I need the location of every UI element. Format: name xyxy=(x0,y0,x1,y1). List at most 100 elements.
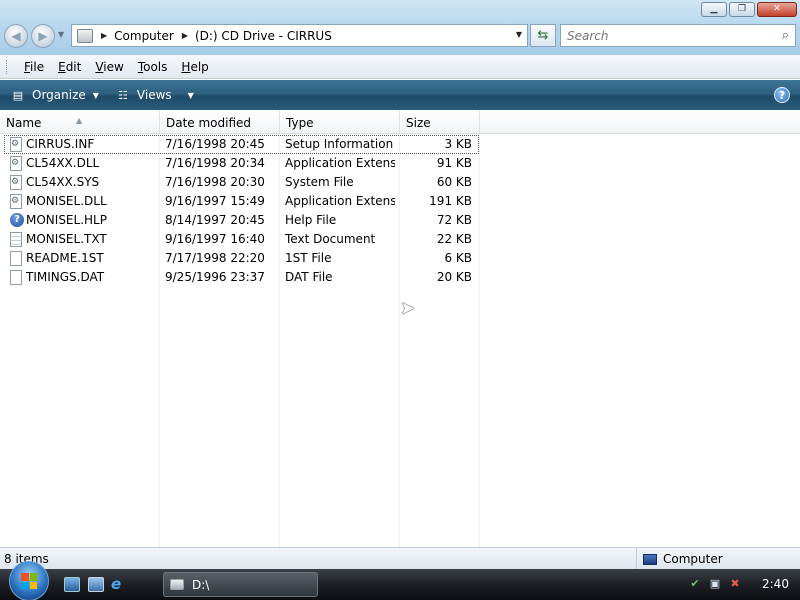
address-bar-area: ▁ ❐ ✕ ◀ ▶ ▼ ▶ Computer ▶ (D:) CD Drive -… xyxy=(0,0,800,55)
menu-view[interactable]: View xyxy=(88,60,130,74)
search-icon[interactable]: ⌕ xyxy=(782,28,789,43)
system-file-icon xyxy=(10,175,22,190)
maximize-button[interactable]: ❐ xyxy=(729,2,755,17)
settings-file-icon xyxy=(10,137,22,152)
column-header-type-label: Type xyxy=(286,116,314,130)
organize-button[interactable]: ▤ Organize ▼ xyxy=(4,83,105,107)
organize-icon: ▤ xyxy=(12,88,24,102)
clock[interactable]: 2:40 xyxy=(762,577,789,591)
file-type: Application Extens... xyxy=(285,194,395,208)
file-type: Setup Information xyxy=(285,137,394,151)
network-icon[interactable]: ▣ xyxy=(708,577,722,591)
file-date: 7/16/1998 20:45 xyxy=(165,137,265,151)
column-header-date[interactable]: Date modified xyxy=(160,110,280,134)
chevron-down-icon: ▼ xyxy=(92,90,99,100)
file-list[interactable]: Name ▲ Date modified Type Size CIRRUS.IN… xyxy=(0,110,800,547)
file-type: Help File xyxy=(285,213,337,227)
file-date: 7/16/1998 20:30 xyxy=(165,175,265,189)
file-date: 7/17/1998 22:20 xyxy=(165,251,265,265)
status-location-label: Computer xyxy=(663,552,723,566)
taskbar-button-explorer[interactable]: D:\ xyxy=(163,572,318,597)
file-name: CIRRUS.INF xyxy=(26,137,95,151)
status-location: Computer xyxy=(636,548,723,570)
internet-explorer-icon[interactable]: e xyxy=(111,577,127,592)
file-size: 20 KB xyxy=(436,270,472,284)
table-row[interactable]: TIMINGS.DAT 9/25/1996 23:37 DAT File 20 … xyxy=(0,268,480,287)
breadcrumb-chevron-icon[interactable]: ▶ xyxy=(182,31,188,40)
column-header-date-label: Date modified xyxy=(166,116,252,130)
views-label: Views xyxy=(136,88,172,102)
toolbar-grip[interactable] xyxy=(6,59,9,74)
file-name: MONISEL.DLL xyxy=(26,194,107,208)
table-row[interactable]: CL54XX.SYS 7/16/1998 20:30 System File 6… xyxy=(0,173,480,192)
views-button[interactable]: ☷ Views ▼ xyxy=(109,83,200,107)
column-header-name[interactable]: Name ▲ xyxy=(0,110,160,134)
menu-bar: File Edit View Tools Help xyxy=(0,55,800,79)
organize-label: Organize xyxy=(32,88,86,102)
chevron-down-icon: ▼ xyxy=(187,90,194,100)
dll-file-icon xyxy=(10,156,22,171)
start-button[interactable] xyxy=(9,561,49,600)
file-size: 91 KB xyxy=(436,156,472,170)
file-date: 8/14/1997 20:45 xyxy=(165,213,265,227)
table-row[interactable]: MONISEL.DLL 9/16/1997 15:49 Application … xyxy=(0,192,480,211)
table-row[interactable]: CIRRUS.INF 7/16/1998 20:45 Setup Informa… xyxy=(4,135,479,154)
table-row[interactable]: MONISEL.HLP 8/14/1997 20:45 Help File 72… xyxy=(0,211,480,230)
mouse-cursor-icon: ➤ xyxy=(400,298,416,319)
column-header-size[interactable]: Size xyxy=(400,110,480,134)
switch-windows-icon[interactable] xyxy=(88,577,104,592)
table-row[interactable]: MONISEL.TXT 9/16/1997 16:40 Text Documen… xyxy=(0,230,480,249)
file-size: 6 KB xyxy=(444,251,472,265)
security-shield-icon[interactable]: ✔ xyxy=(688,577,702,591)
show-desktop-icon[interactable] xyxy=(64,577,80,592)
file-name: CL54XX.SYS xyxy=(26,175,100,189)
address-field[interactable]: ▶ Computer ▶ (D:) CD Drive - CIRRUS ▼ xyxy=(71,24,528,47)
file-size: 22 KB xyxy=(436,232,472,246)
recent-pages-dropdown[interactable]: ▼ xyxy=(58,30,64,39)
column-header-type[interactable]: Type xyxy=(280,110,400,134)
file-type: Text Document xyxy=(285,232,376,246)
menu-file[interactable]: File xyxy=(17,60,51,74)
breadcrumb-computer[interactable]: Computer xyxy=(114,29,174,43)
file-type: System File xyxy=(285,175,354,189)
volume-muted-icon[interactable]: ✖ xyxy=(728,577,742,591)
forward-button[interactable]: ▶ xyxy=(31,24,55,48)
breadcrumb-cd-drive[interactable]: (D:) CD Drive - CIRRUS xyxy=(195,29,332,43)
file-date: 7/16/1998 20:34 xyxy=(165,156,265,170)
file-size: 3 KB xyxy=(444,137,472,151)
command-bar: ▤ Organize ▼ ☷ Views ▼ ? xyxy=(0,80,800,110)
system-tray: ✔ ▣ ✖ xyxy=(688,573,742,595)
windows-logo-icon xyxy=(21,573,37,589)
window-controls: ▁ ❐ ✕ xyxy=(701,2,797,17)
generic-file-icon xyxy=(10,251,22,266)
file-name: MONISEL.HLP xyxy=(26,213,107,227)
back-button[interactable]: ◀ xyxy=(4,24,28,48)
search-input[interactable] xyxy=(567,28,772,43)
file-size: 60 KB xyxy=(436,175,472,189)
menu-tools[interactable]: Tools xyxy=(131,60,175,74)
taskbar-button-label: D:\ xyxy=(192,577,210,592)
search-box[interactable]: ⌕ xyxy=(560,24,796,47)
close-button[interactable]: ✕ xyxy=(757,2,797,17)
computer-icon xyxy=(643,553,657,565)
column-header-row: Name ▲ Date modified Type Size xyxy=(0,110,800,134)
column-header-size-label: Size xyxy=(406,116,431,130)
file-size: 72 KB xyxy=(436,213,472,227)
file-type: DAT File xyxy=(285,270,333,284)
table-row[interactable]: CL54XX.DLL 7/16/1998 20:34 Application E… xyxy=(0,154,480,173)
generic-file-icon xyxy=(10,270,22,285)
refresh-button[interactable]: ⇆ xyxy=(530,24,556,47)
menu-help[interactable]: Help xyxy=(174,60,215,74)
minimize-button[interactable]: ▁ xyxy=(701,2,727,17)
sort-ascending-icon: ▲ xyxy=(76,116,83,125)
column-header-name-label: Name xyxy=(6,116,42,130)
breadcrumb-chevron-icon[interactable]: ▶ xyxy=(101,31,107,40)
address-dropdown-icon[interactable]: ▼ xyxy=(516,30,522,39)
help-button[interactable]: ? xyxy=(774,87,790,103)
table-row[interactable]: README.1ST 7/17/1998 22:20 1ST File 6 KB xyxy=(0,249,480,268)
file-name: TIMINGS.DAT xyxy=(26,270,105,284)
file-name: CL54XX.DLL xyxy=(26,156,100,170)
cd-drive-icon xyxy=(170,579,184,590)
menu-edit[interactable]: Edit xyxy=(51,60,88,74)
file-size: 191 KB xyxy=(429,194,472,208)
